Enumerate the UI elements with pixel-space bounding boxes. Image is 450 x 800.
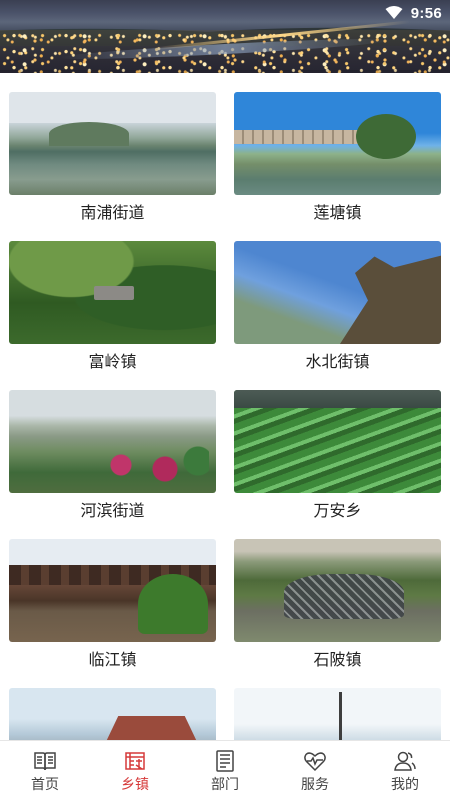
- town-name: 南浦街道: [80, 203, 145, 222]
- tab-label: 服务: [301, 776, 329, 793]
- town-card-wanan[interactable]: 万安乡: [234, 390, 441, 522]
- town-photo[interactable]: [234, 92, 441, 195]
- bottom-tab-bar: 首页 乡镇 部门 服务 我的: [0, 740, 450, 800]
- town-photo[interactable]: [9, 390, 216, 493]
- town-name: 临江镇: [88, 650, 137, 669]
- town-card-shuibei[interactable]: 水北街镇: [234, 241, 441, 373]
- town-card-hebin[interactable]: 河滨街道: [9, 390, 216, 522]
- tab-label: 我的: [391, 776, 419, 793]
- heart-pulse-icon: [304, 751, 326, 771]
- town-card-partial-left[interactable]: [9, 688, 216, 740]
- town-name: 莲塘镇: [313, 203, 362, 222]
- tab-label: 部门: [211, 776, 239, 793]
- town-photo[interactable]: [234, 390, 441, 493]
- town-photo[interactable]: [234, 688, 441, 740]
- tab-label: 乡镇: [121, 776, 149, 793]
- town-name: 河滨街道: [80, 501, 145, 520]
- town-card-linjiang[interactable]: 临江镇: [9, 539, 216, 671]
- app-screen: 9:56 南浦街道 莲塘镇 富岭镇 水北街镇 河滨街道 万安乡 临江镇 石陂镇 …: [0, 0, 450, 800]
- town-card-partial-right[interactable]: [234, 688, 441, 740]
- town-icon: [125, 751, 145, 770]
- status-bar: 9:56: [385, 2, 442, 24]
- status-time: 9:56: [410, 4, 442, 22]
- tab-services[interactable]: 服务: [270, 741, 360, 800]
- town-photo[interactable]: [234, 539, 441, 642]
- tab-towns[interactable]: 乡镇: [90, 741, 180, 800]
- town-photo[interactable]: [9, 241, 216, 344]
- document-icon: [216, 749, 234, 772]
- town-photo[interactable]: [9, 688, 216, 740]
- tab-home[interactable]: 首页: [0, 741, 90, 800]
- town-name: 水北街镇: [305, 352, 370, 371]
- town-name: 万安乡: [313, 501, 362, 520]
- town-card-fuling[interactable]: 富岭镇: [9, 241, 216, 373]
- tab-profile[interactable]: 我的: [360, 741, 450, 800]
- user-icon: [394, 751, 416, 771]
- header-banner: 9:56: [0, 0, 450, 73]
- town-photo[interactable]: [9, 92, 216, 195]
- town-photo[interactable]: [9, 539, 216, 642]
- tab-departments[interactable]: 部门: [180, 741, 270, 800]
- book-icon: [34, 751, 56, 770]
- tab-label: 首页: [31, 776, 59, 793]
- town-grid: 南浦街道 莲塘镇 富岭镇 水北街镇 河滨街道 万安乡 临江镇 石陂镇: [0, 73, 450, 740]
- town-card-liantang[interactable]: 莲塘镇: [234, 92, 441, 224]
- town-card-shiling[interactable]: 石陂镇: [234, 539, 441, 671]
- town-card-nanpu[interactable]: 南浦街道: [9, 92, 216, 224]
- wifi-icon: [385, 6, 403, 19]
- town-photo[interactable]: [234, 241, 441, 344]
- town-name: 富岭镇: [88, 352, 137, 371]
- town-name: 石陂镇: [313, 650, 362, 669]
